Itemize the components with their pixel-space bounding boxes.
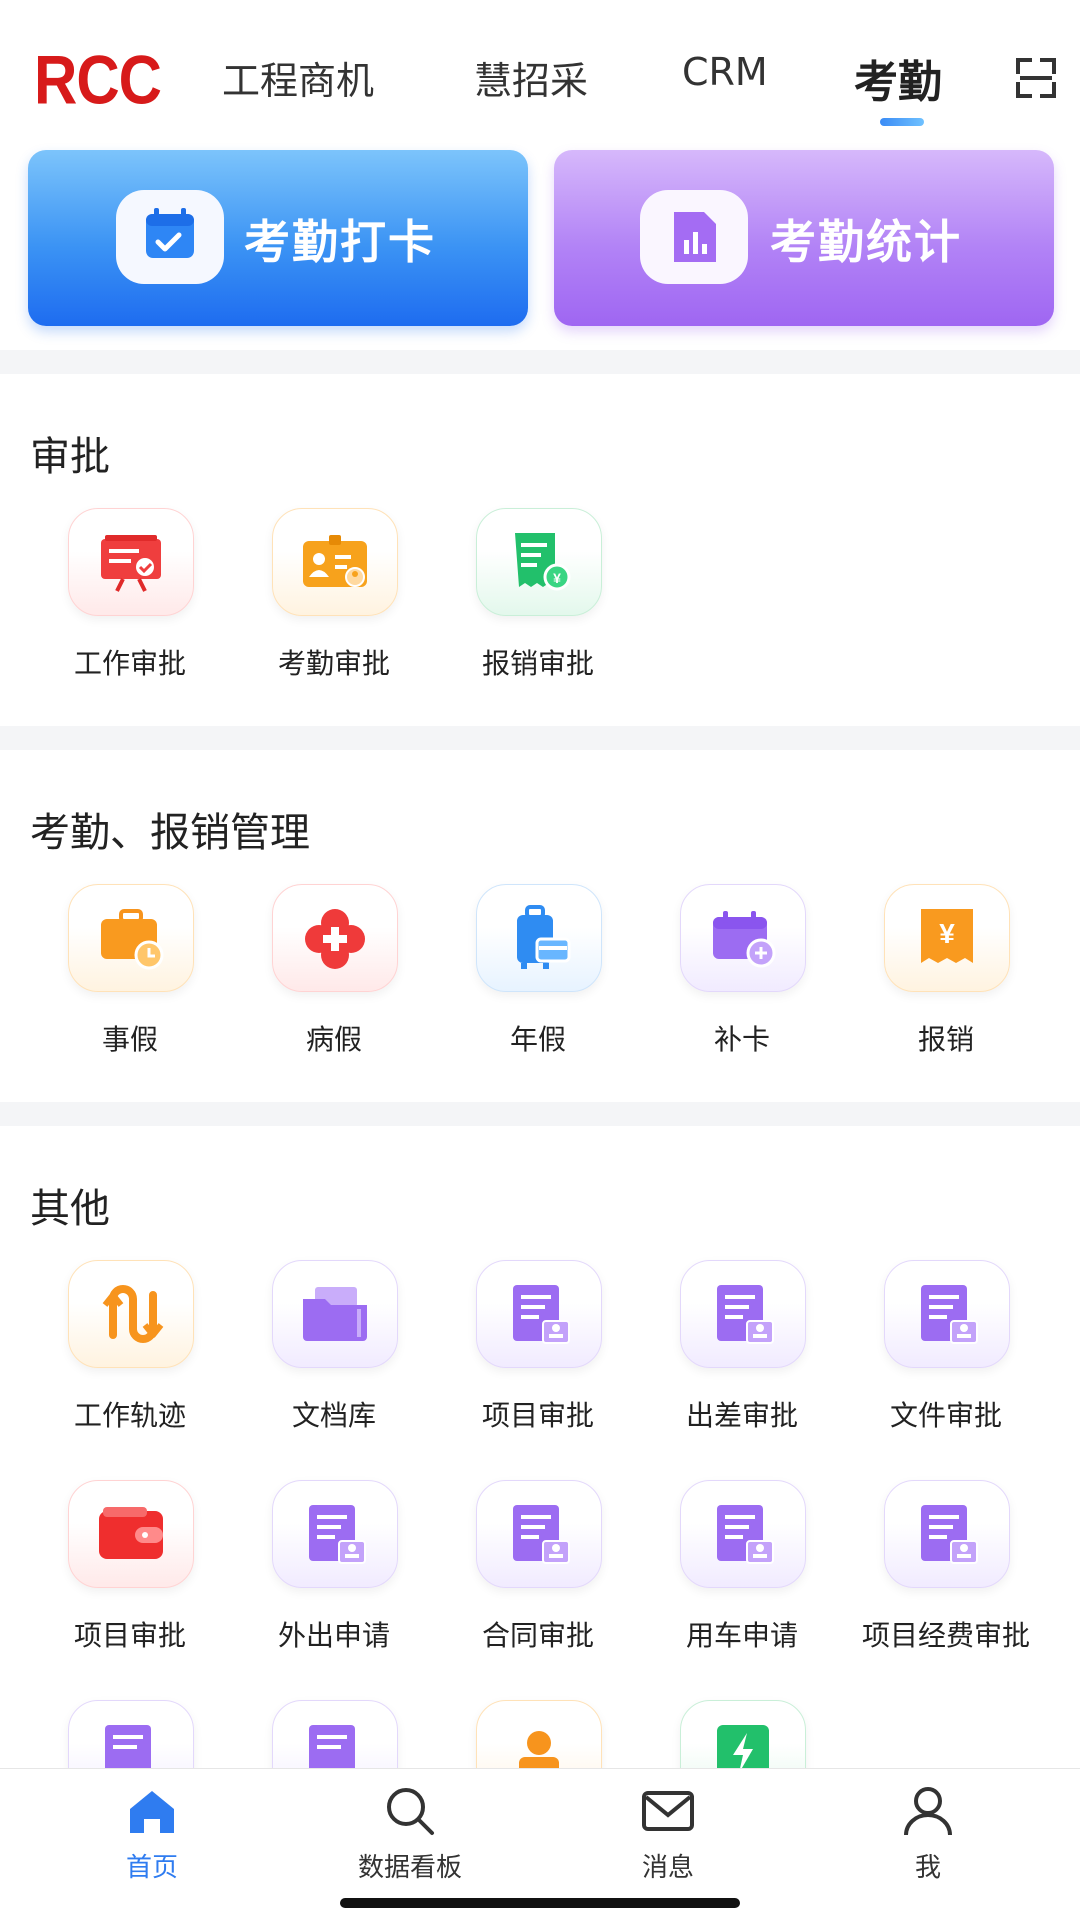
presentation-board-icon (68, 508, 194, 616)
id-card-icon (272, 508, 398, 616)
nav-label: 数据看板 (357, 1853, 462, 1883)
attendance-checkin-card[interactable]: 考勤打卡 (28, 150, 528, 326)
item-label: 报销审批 (481, 647, 594, 680)
vehicle-request-item[interactable]: 用车申请 (640, 1480, 830, 1670)
item-label: 工作轨迹 (73, 1399, 186, 1432)
route-icon (68, 1260, 194, 1368)
item-label: 合同审批 (481, 1619, 594, 1652)
reimbursement-item[interactable]: ¥ 报销 (844, 884, 1034, 1074)
section-divider (0, 1102, 1080, 1126)
document-user-icon (476, 1480, 602, 1588)
attendance-approval-item[interactable]: 考勤审批 (232, 508, 422, 698)
rcc-logo[interactable]: RCC (34, 40, 162, 119)
tab-smart-procurement[interactable]: 慧招采 (474, 50, 588, 105)
svg-text:¥: ¥ (939, 918, 955, 949)
item-label: 项目审批 (481, 1399, 594, 1432)
attendance-reimbursement-section-title: 考勤、报销管理 (30, 810, 310, 856)
item-label: 年假 (509, 1023, 566, 1056)
tab-engineering-opportunity[interactable]: 工程商机 (222, 50, 374, 105)
item-label: 工作审批 (73, 647, 186, 680)
item-label: 文件审批 (889, 1399, 1002, 1432)
section-divider (0, 350, 1080, 374)
item-label: 报销 (917, 1023, 974, 1056)
project-funding-approval-item[interactable]: 项目经费审批 (844, 1480, 1034, 1670)
project-approval-item[interactable]: 项目审批 (436, 1260, 626, 1450)
item-label: 出差审批 (685, 1399, 798, 1432)
item-label: 病假 (305, 1023, 362, 1056)
work-track-item[interactable]: 工作轨迹 (28, 1260, 218, 1450)
calendar-plus-icon (680, 884, 806, 992)
item-label: 用车申请 (685, 1619, 798, 1652)
work-approval-item[interactable]: 工作审批 (28, 508, 218, 698)
user-icon (904, 1787, 952, 1836)
approval-section-title: 审批 (30, 434, 110, 480)
document-user-icon (272, 1480, 398, 1588)
nav-label: 首页 (125, 1853, 178, 1883)
luggage-card-icon (476, 884, 602, 992)
section-divider (0, 726, 1080, 750)
item-label: 外出申请 (277, 1619, 390, 1652)
going-out-request-item[interactable]: 外出申请 (232, 1480, 422, 1670)
item-label: 考勤审批 (277, 647, 390, 680)
item-label: 项目审批 (73, 1619, 186, 1652)
active-tab-indicator (880, 118, 924, 126)
document-user-icon (884, 1480, 1010, 1588)
nav-home[interactable]: 首页 (52, 1769, 252, 1889)
svg-text:¥: ¥ (553, 570, 561, 586)
home-icon (130, 1791, 174, 1833)
search-icon (387, 1788, 434, 1835)
home-indicator-bar[interactable] (340, 1898, 740, 1908)
item-label: 项目经费审批 (861, 1619, 1030, 1652)
card-label: 考勤统计 (770, 215, 962, 269)
scan-icon[interactable] (1016, 58, 1056, 98)
item-label: 补卡 (713, 1023, 770, 1056)
personal-leave-item[interactable]: 事假 (28, 884, 218, 1074)
document-library-item[interactable]: 文档库 (232, 1260, 422, 1450)
briefcase-clock-icon (68, 884, 194, 992)
nav-label: 消息 (641, 1853, 694, 1883)
tab-attendance[interactable]: 考勤 (854, 46, 942, 110)
file-approval-item[interactable]: 文件审批 (844, 1260, 1034, 1450)
nav-label: 我 (914, 1853, 941, 1883)
document-user-icon (680, 1260, 806, 1368)
nav-messages[interactable]: 消息 (568, 1769, 768, 1889)
calendar-check-icon (116, 190, 224, 284)
item-label: 事假 (101, 1023, 158, 1056)
nav-data-dashboard[interactable]: 数据看板 (310, 1769, 510, 1889)
business-trip-approval-item[interactable]: 出差审批 (640, 1260, 830, 1450)
document-user-icon (884, 1260, 1010, 1368)
annual-leave-item[interactable]: 年假 (436, 884, 626, 1074)
receipt-yen-icon: ¥ (476, 508, 602, 616)
project-approval-wallet-item[interactable]: 项目审批 (28, 1480, 218, 1670)
nav-me[interactable]: 我 (828, 1769, 1028, 1889)
card-label: 考勤打卡 (244, 215, 436, 269)
attendance-statistics-card[interactable]: 考勤统计 (554, 150, 1054, 326)
sick-leave-item[interactable]: 病假 (232, 884, 422, 1074)
item-label: 文档库 (291, 1399, 376, 1432)
document-user-icon (680, 1480, 806, 1588)
wallet-icon (68, 1480, 194, 1588)
tab-crm[interactable]: CRM (682, 50, 768, 94)
document-user-icon (476, 1260, 602, 1368)
clock-in-correction-item[interactable]: 补卡 (640, 884, 830, 1074)
top-header: RCC 工程商机 慧招采 CRM 考勤 (0, 0, 1080, 150)
folder-icon (272, 1260, 398, 1368)
bar-chart-icon (640, 190, 748, 284)
medical-cross-icon (272, 884, 398, 992)
reimbursement-approval-item[interactable]: ¥ 报销审批 (436, 508, 626, 698)
contract-approval-item[interactable]: 合同审批 (436, 1480, 626, 1670)
other-section-title: 其他 (30, 1186, 110, 1232)
yen-receipt-icon: ¥ (884, 884, 1010, 992)
mail-icon (642, 1791, 694, 1831)
